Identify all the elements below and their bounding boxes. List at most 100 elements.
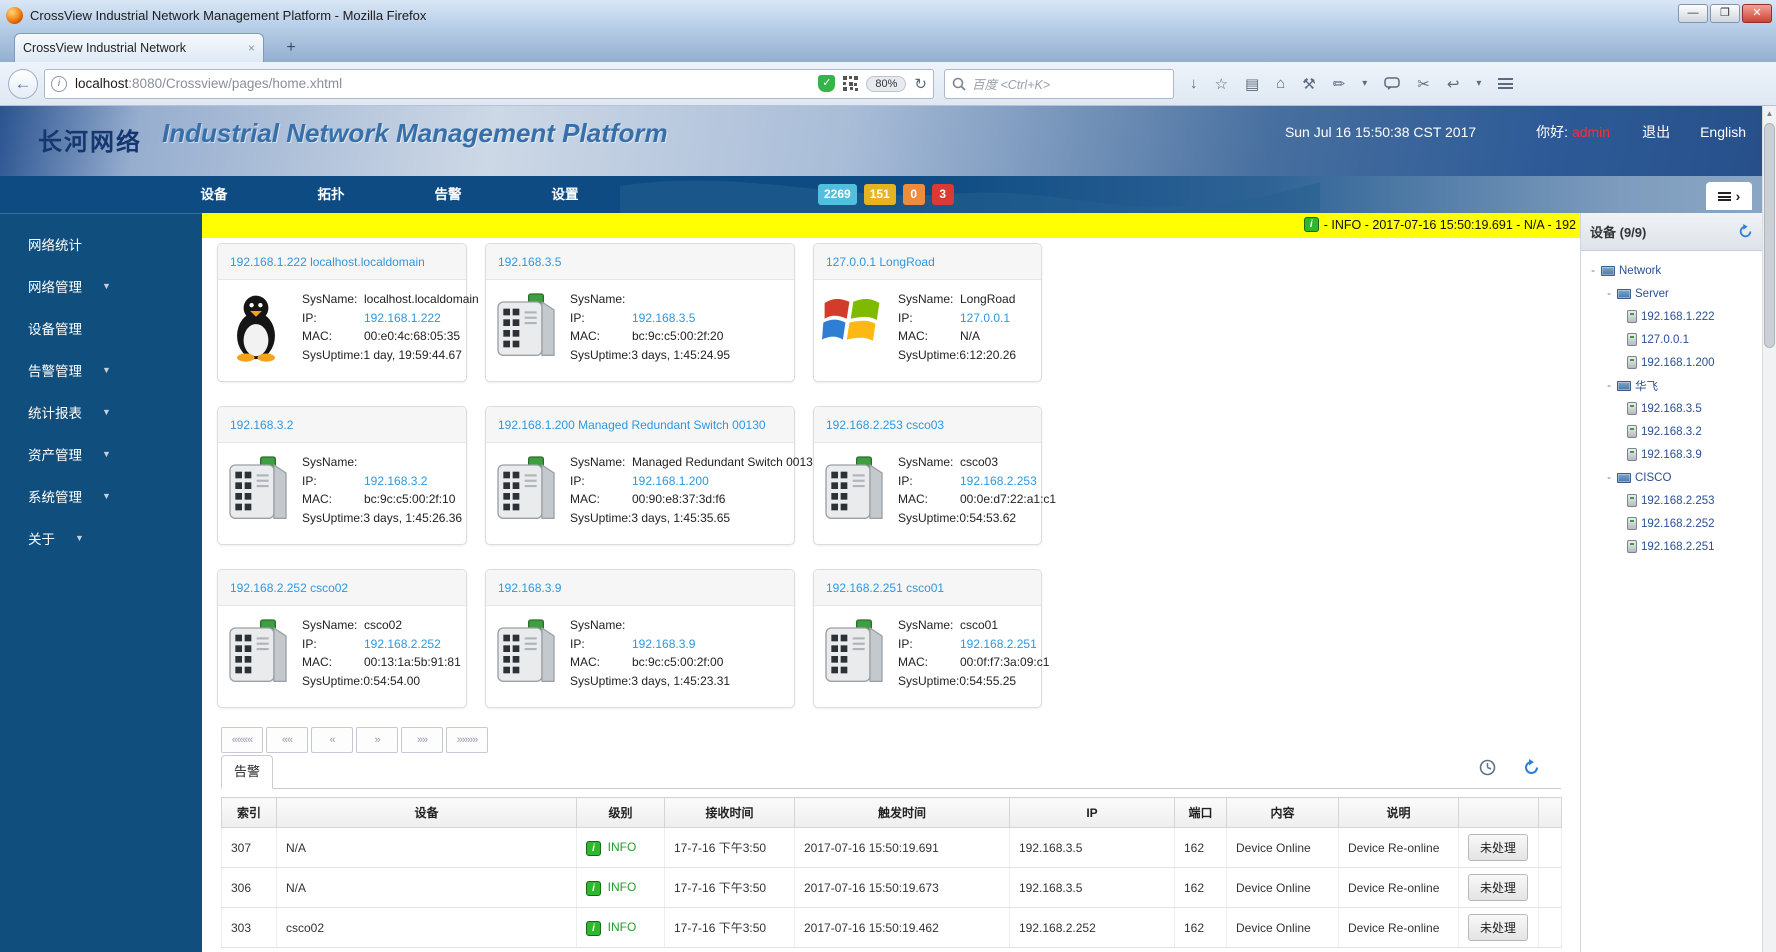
tree-node-device[interactable]: 192.168.2.251 [1587, 535, 1762, 558]
ip-link[interactable]: 192.168.3.9 [632, 637, 695, 651]
tree-node-device[interactable]: 192.168.3.2 [1587, 420, 1762, 443]
pocket-brush-icon[interactable]: ✏ [1333, 75, 1346, 93]
nav-item-settings[interactable]: 设置 [537, 176, 593, 213]
refresh-icon[interactable] [1523, 759, 1540, 776]
minimize-button[interactable]: — [1678, 4, 1708, 23]
sidebar-item-network-mgmt[interactable]: 网络管理 ▼ [28, 276, 111, 296]
badge-major[interactable]: 0 [902, 184, 925, 205]
uptime-label: SysUptime: [302, 510, 364, 525]
tree-node-group[interactable]: - Network [1587, 259, 1762, 282]
device-card-title[interactable]: 192.168.1.222 localhost.localdomain [218, 244, 466, 280]
tree-node-group[interactable]: - CISCO [1587, 466, 1762, 489]
badge-critical[interactable]: 3 [931, 184, 954, 205]
overflow-caret-icon[interactable]: ▾ [1476, 78, 1481, 89]
ip-link[interactable]: 192.168.2.253 [960, 474, 1037, 488]
library-icon[interactable]: ▤ [1245, 75, 1259, 93]
download-icon[interactable]: ↓ [1190, 75, 1198, 92]
ip-link[interactable]: 192.168.2.252 [364, 637, 441, 651]
badge-total[interactable]: 2269 [818, 184, 857, 205]
tree-node-device[interactable]: 192.168.3.5 [1587, 397, 1762, 420]
back-button[interactable]: ← [8, 68, 38, 99]
page-last-button[interactable]: »»»» [446, 727, 488, 753]
new-tab-button[interactable]: + [278, 38, 304, 60]
ip-link[interactable]: 127.0.0.1 [960, 311, 1010, 325]
sidebar-item-alarm-mgmt[interactable]: 告警管理 ▼ [28, 360, 111, 380]
unhandled-button[interactable]: 未处理 [1468, 834, 1529, 861]
tab-alarm[interactable]: 告警 [221, 755, 273, 789]
restore-button[interactable]: ❐ [1710, 4, 1740, 23]
sidebar-item-device-mgmt[interactable]: 设备管理 [28, 318, 82, 338]
shield-icon[interactable]: ✓ [818, 75, 836, 92]
page-fast-next-button[interactable]: »» [401, 727, 443, 753]
auto-refresh-clock-icon[interactable] [1479, 759, 1496, 776]
page-next-button[interactable]: » [356, 727, 398, 753]
screenshot-scissors-icon[interactable]: ✂ [1417, 75, 1430, 93]
device-card-title[interactable]: 192.168.3.9 [486, 570, 794, 606]
tree-node-device[interactable]: 192.168.2.253 [1587, 489, 1762, 512]
sidebar-item-network-stats[interactable]: 网络统计 [28, 234, 82, 254]
ip-link[interactable]: 192.168.1.222 [364, 311, 441, 325]
menu-hamburger-icon[interactable] [1498, 78, 1514, 89]
sysname-value: LongRoad [960, 292, 1016, 306]
sidebar-item-asset-mgmt[interactable]: 资产管理 ▼ [28, 444, 111, 464]
sidebar-item-about[interactable]: 关于 ▼ [28, 528, 84, 548]
nav-item-topology[interactable]: 拓扑 [303, 176, 359, 213]
page-first-button[interactable]: «««« [221, 727, 263, 753]
tree-node-device[interactable]: 192.168.1.200 [1587, 351, 1762, 374]
bookmark-star-icon[interactable]: ☆ [1215, 75, 1228, 93]
badge-warning[interactable]: 151 [863, 184, 896, 205]
ip-link[interactable]: 192.168.3.5 [632, 311, 695, 325]
sidebar-item-report[interactable]: 统计报表 ▼ [28, 402, 111, 422]
collapse-icon[interactable]: - [1605, 380, 1613, 392]
browser-tab[interactable]: CrossView Industrial Network × [14, 33, 264, 62]
url-bar[interactable]: i localhost:8080/Crossview/pages/home.xh… [44, 68, 934, 99]
unhandled-button[interactable]: 未处理 [1468, 914, 1529, 941]
page-fast-prev-button[interactable]: «« [266, 727, 308, 753]
collapse-icon[interactable]: - [1605, 472, 1613, 484]
tab-close-icon[interactable]: × [248, 41, 255, 55]
close-button[interactable]: ✕ [1742, 4, 1772, 23]
qr-grid-icon[interactable] [843, 76, 859, 91]
tree-node-group[interactable]: - Server [1587, 282, 1762, 305]
undo-arrow-icon[interactable]: ↩ [1447, 75, 1460, 93]
panel-refresh-icon[interactable] [1738, 224, 1753, 239]
logout-link[interactable]: 退出 [1642, 122, 1670, 142]
device-card-title[interactable]: 192.168.2.251 csco01 [814, 570, 1041, 606]
unhandled-button[interactable]: 未处理 [1468, 874, 1529, 901]
scrollbar-up-arrow[interactable]: ▲ [1763, 106, 1776, 121]
main-nav-bar: 设备 拓扑 告警 设置 2269 151 0 3 [0, 176, 1762, 213]
site-info-icon[interactable]: i [51, 75, 67, 92]
chat-bubble-icon[interactable] [1384, 76, 1401, 91]
tree-node-device[interactable]: 127.0.0.1 [1587, 328, 1762, 351]
scrollbar-thumb[interactable] [1764, 123, 1775, 348]
tree-node-device[interactable]: 192.168.3.9 [1587, 443, 1762, 466]
home-icon[interactable]: ⌂ [1276, 75, 1285, 92]
tree-node-group[interactable]: - 华飞 [1587, 374, 1762, 397]
scrollbar[interactable]: ▲ [1762, 106, 1776, 952]
page-prev-button[interactable]: « [311, 727, 353, 753]
tree-node-device[interactable]: 192.168.1.222 [1587, 305, 1762, 328]
collapse-icon[interactable]: - [1589, 265, 1597, 277]
reload-icon[interactable]: ↻ [914, 75, 927, 93]
ip-link[interactable]: 192.168.1.200 [632, 474, 709, 488]
developer-wrench-icon[interactable]: ⚒ [1302, 75, 1315, 93]
ip-link[interactable]: 192.168.3.2 [364, 474, 427, 488]
device-card-title[interactable]: 192.168.3.2 [218, 407, 466, 443]
device-card-title[interactable]: 192.168.2.253 csco03 [814, 407, 1041, 443]
device-card-title[interactable]: 192.168.1.200 Managed Redundant Switch 0… [486, 407, 794, 443]
company-logo: 长河网络 [38, 129, 142, 156]
device-panel-toggle[interactable]: › [1706, 182, 1752, 210]
sidebar-item-system-mgmt[interactable]: 系统管理 ▼ [28, 486, 111, 506]
tree-node-device[interactable]: 192.168.2.252 [1587, 512, 1762, 535]
nav-item-alarm[interactable]: 告警 [420, 176, 476, 213]
ip-link[interactable]: 192.168.2.251 [960, 637, 1037, 651]
language-link[interactable]: English [1700, 124, 1746, 140]
device-card-title[interactable]: 192.168.2.252 csco02 [218, 570, 466, 606]
collapse-icon[interactable]: - [1605, 288, 1613, 300]
device-card-title[interactable]: 127.0.0.1 LongRoad [814, 244, 1041, 280]
search-bar[interactable]: 百度 <Ctrl+K> [944, 68, 1174, 99]
zoom-level-badge[interactable]: 80% [866, 75, 907, 92]
nav-item-device[interactable]: 设备 [186, 176, 242, 213]
toolbar-caret-icon[interactable]: ▾ [1362, 78, 1367, 89]
device-card-title[interactable]: 192.168.3.5 [486, 244, 794, 280]
